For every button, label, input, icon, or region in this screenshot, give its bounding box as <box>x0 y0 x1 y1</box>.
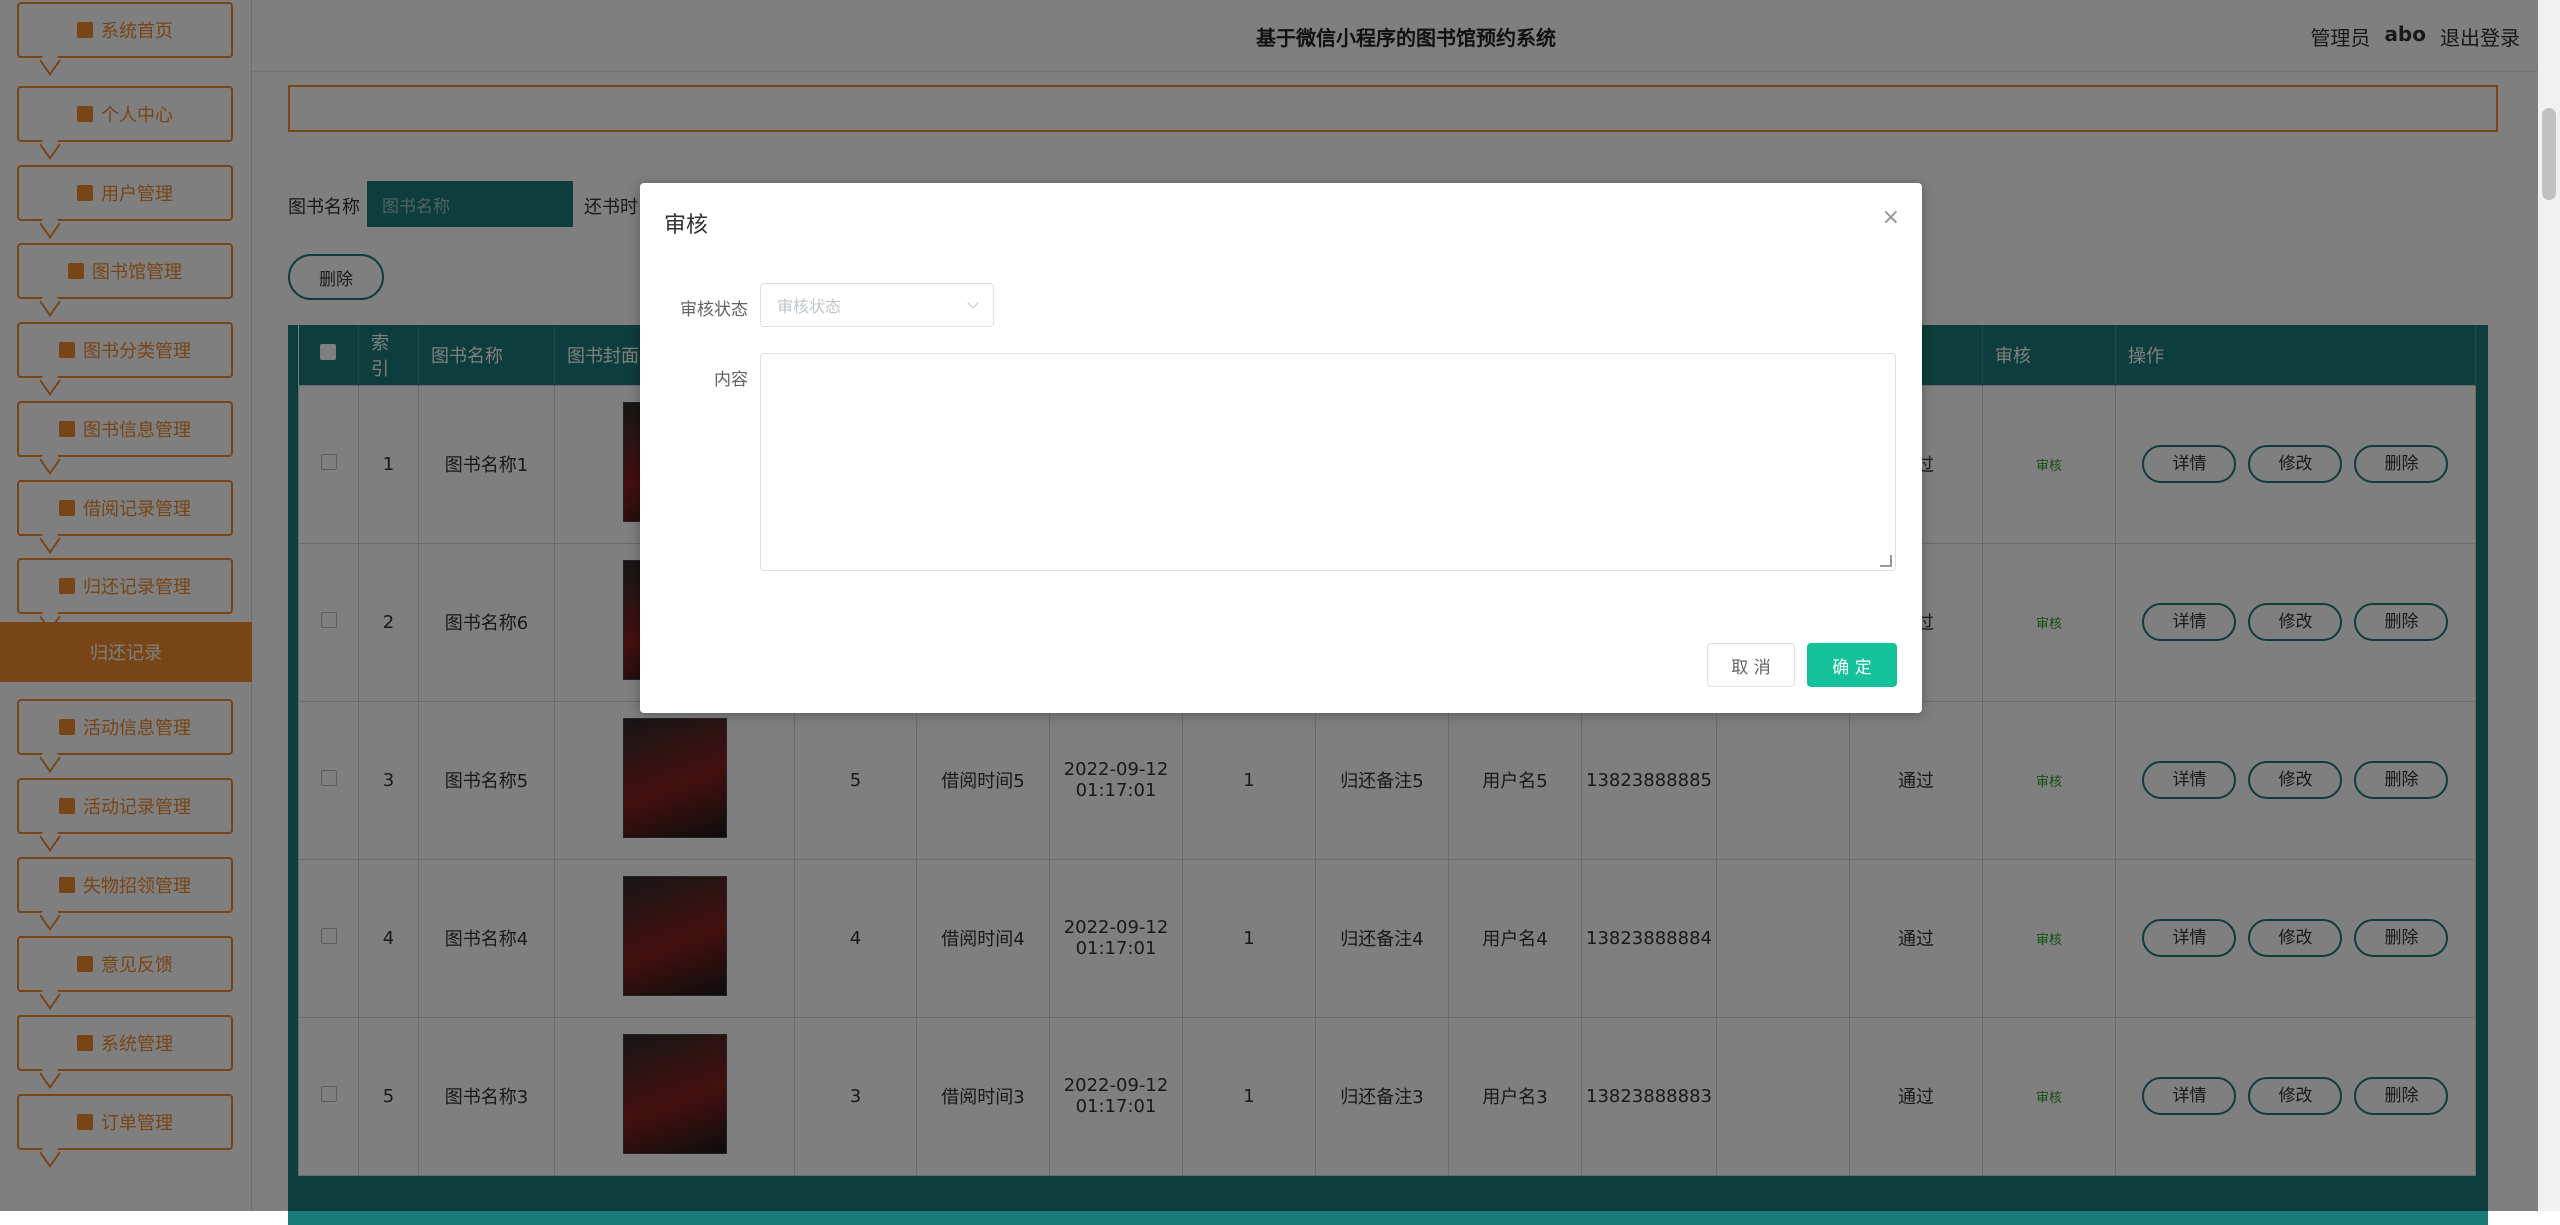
audit-dialog: 审核 × 审核状态 审核状态 内容 取 消 确 定 <box>640 183 1922 713</box>
close-icon[interactable]: × <box>1882 205 1900 230</box>
dialog-title: 审核 <box>664 213 709 238</box>
audit-status-label: 审核状态 <box>680 300 748 320</box>
page-scrollbar-thumb[interactable] <box>2542 108 2556 200</box>
cancel-button[interactable]: 取 消 <box>1707 643 1795 687</box>
audit-status-placeholder: 审核状态 <box>777 297 842 316</box>
content-label: 内容 <box>714 370 748 390</box>
content-textarea[interactable] <box>760 353 1896 571</box>
confirm-button[interactable]: 确 定 <box>1807 643 1897 687</box>
audit-status-select[interactable]: 审核状态 <box>760 283 994 327</box>
chevron-down-icon <box>967 297 979 309</box>
